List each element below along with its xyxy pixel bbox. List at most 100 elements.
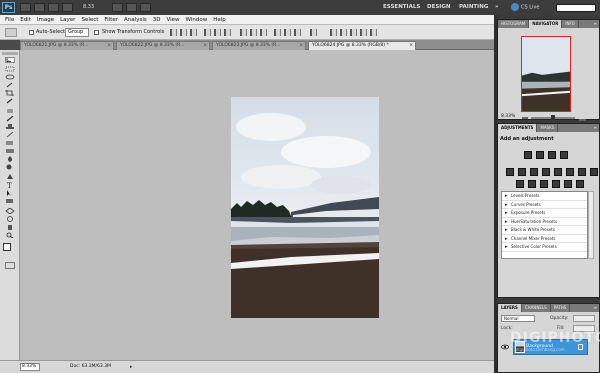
tab-document-2[interactable]: YOLO6822.JPG @ 8.33% (R... × bbox=[116, 41, 210, 50]
menu-3d[interactable]: 3D bbox=[153, 17, 161, 23]
distribute-top-icon[interactable] bbox=[240, 29, 247, 36]
3d-scale-icon[interactable] bbox=[370, 29, 377, 36]
foreground-color-swatch[interactable] bbox=[3, 243, 11, 251]
spot-healing-tool-icon[interactable] bbox=[5, 108, 15, 114]
navigator-thumbnail[interactable] bbox=[521, 36, 571, 112]
panel-menu-icon[interactable]: ≡ bbox=[592, 124, 599, 132]
menu-image[interactable]: Image bbox=[37, 17, 54, 23]
color-balance-icon[interactable] bbox=[530, 168, 538, 176]
photo-filter-icon[interactable] bbox=[554, 168, 562, 176]
eraser-tool-icon[interactable] bbox=[5, 140, 15, 146]
auto-align-icon[interactable] bbox=[310, 29, 317, 36]
eyedropper-tool-icon[interactable] bbox=[5, 98, 15, 104]
3d-object-tool-icon[interactable] bbox=[5, 208, 15, 214]
tab-layers[interactable]: LAYERS bbox=[498, 304, 522, 312]
close-icon[interactable]: × bbox=[299, 42, 303, 50]
black-white-icon[interactable] bbox=[542, 168, 550, 176]
quick-mask-icon[interactable] bbox=[5, 262, 15, 269]
3d-roll-icon[interactable] bbox=[340, 29, 347, 36]
solid-color-icon[interactable] bbox=[576, 180, 584, 188]
tab-histogram[interactable]: HISTOGRAM bbox=[498, 20, 530, 28]
visibility-eye-icon[interactable] bbox=[501, 343, 509, 351]
posterize-icon[interactable] bbox=[590, 168, 598, 176]
preset-selective-color[interactable]: Selective Color Presets bbox=[502, 243, 587, 252]
tab-masks[interactable]: MASKS bbox=[537, 124, 559, 132]
curves-icon[interactable] bbox=[548, 151, 556, 159]
distribute-hcenter-icon[interactable] bbox=[284, 29, 291, 36]
brush-tool-icon[interactable] bbox=[5, 116, 15, 122]
toolbox-grip[interactable] bbox=[2, 52, 18, 55]
invert-icon[interactable] bbox=[578, 168, 586, 176]
preset-levels[interactable]: Levels Presets bbox=[502, 192, 587, 201]
tab-document-1[interactable]: YOLO6821.JPG @ 8.33% (R... × bbox=[20, 41, 114, 50]
move-tool-preset-button[interactable] bbox=[5, 28, 17, 37]
menu-help[interactable]: Help bbox=[213, 17, 226, 23]
pen-tool-icon[interactable] bbox=[5, 174, 15, 180]
mini-bridge-button[interactable] bbox=[34, 3, 45, 12]
align-top-icon[interactable] bbox=[170, 29, 177, 36]
zoom-level[interactable]: 8.33 bbox=[83, 3, 105, 12]
arrange-documents-button[interactable] bbox=[62, 3, 73, 12]
menu-file[interactable]: File bbox=[5, 17, 14, 23]
tab-adjustments[interactable]: ADJUSTMENTS bbox=[498, 124, 538, 132]
distribute-vcenter-icon[interactable] bbox=[250, 29, 257, 36]
hue-saturation-icon[interactable] bbox=[518, 168, 526, 176]
distribute-left-icon[interactable] bbox=[274, 29, 281, 36]
preset-exposure[interactable]: Exposure Presets bbox=[502, 209, 587, 218]
tab-document-3[interactable]: YOLO6823.JPG @ 8.33% (R... × bbox=[212, 41, 306, 50]
distribute-right-icon[interactable] bbox=[294, 29, 301, 36]
menu-select[interactable]: Select bbox=[81, 17, 98, 23]
panel-menu-icon[interactable]: ≡ bbox=[592, 304, 599, 312]
dodge-tool-icon[interactable] bbox=[5, 164, 15, 170]
path-selection-tool-icon[interactable] bbox=[5, 190, 15, 196]
selective-color-icon[interactable] bbox=[540, 180, 548, 188]
crop-tool-icon[interactable] bbox=[5, 90, 15, 96]
close-icon[interactable]: × bbox=[107, 42, 111, 50]
align-right-icon[interactable] bbox=[224, 29, 231, 36]
screen-mode-button[interactable] bbox=[140, 3, 151, 12]
cs-live-button[interactable]: CS Live bbox=[511, 3, 539, 13]
brightness-contrast-icon[interactable] bbox=[524, 151, 532, 159]
move-tool-icon[interactable] bbox=[5, 57, 15, 63]
workspace-essentials[interactable]: ESSENTIALS bbox=[383, 4, 420, 11]
channel-mixer-icon[interactable] bbox=[566, 168, 574, 176]
menu-edit[interactable]: Edit bbox=[20, 17, 31, 23]
preset-hue-saturation[interactable]: Hue/Saturation Presets bbox=[502, 218, 587, 226]
status-menu-arrow-icon[interactable]: ▸ bbox=[130, 364, 135, 370]
auto-select-dropdown[interactable]: Group bbox=[65, 28, 89, 37]
bridge-button[interactable] bbox=[20, 3, 31, 12]
threshold-icon[interactable] bbox=[516, 180, 524, 188]
close-icon[interactable]: × bbox=[409, 42, 413, 50]
workspace-design[interactable]: DESIGN bbox=[427, 4, 450, 11]
close-icon[interactable]: × bbox=[203, 42, 207, 50]
pattern-icon[interactable] bbox=[564, 180, 572, 188]
exposure-icon[interactable] bbox=[560, 151, 568, 159]
3d-slide-icon[interactable] bbox=[360, 29, 367, 36]
zoom-slider-handle[interactable] bbox=[551, 115, 555, 120]
menu-layer[interactable]: Layer bbox=[60, 17, 75, 23]
workspace-more[interactable]: » bbox=[495, 4, 499, 11]
quick-selection-tool-icon[interactable] bbox=[5, 82, 15, 88]
align-vcenter-icon[interactable] bbox=[180, 29, 187, 36]
workspace-painting[interactable]: PAINTING bbox=[459, 4, 488, 11]
tab-channels[interactable]: CHANNELS bbox=[522, 304, 551, 312]
tab-navigator[interactable]: NAVIGATOR bbox=[529, 20, 563, 28]
shape-tool-icon[interactable] bbox=[5, 198, 15, 204]
distribute-bottom-icon[interactable] bbox=[260, 29, 267, 36]
vibrance-icon[interactable] bbox=[506, 168, 514, 176]
levels-icon[interactable] bbox=[536, 151, 544, 159]
3d-rotate-icon[interactable] bbox=[330, 29, 337, 36]
preset-curves[interactable]: Curves Presets bbox=[502, 201, 587, 209]
document-info[interactable]: Doc: 63.3M/63.3M bbox=[70, 364, 111, 370]
rotate-view-button[interactable] bbox=[126, 3, 137, 12]
zoom-in-icon[interactable] bbox=[579, 115, 586, 121]
history-brush-tool-icon[interactable] bbox=[5, 132, 15, 138]
show-transform-checkbox[interactable] bbox=[94, 30, 99, 35]
document-image[interactable] bbox=[231, 97, 379, 318]
preset-channel-mixer[interactable]: Channel Mixer Presets bbox=[502, 235, 587, 243]
panel-menu-icon[interactable]: ≡ bbox=[592, 20, 599, 28]
menu-window[interactable]: Window bbox=[186, 17, 208, 23]
lasso-tool-icon[interactable] bbox=[5, 74, 15, 80]
tab-info[interactable]: INFO bbox=[562, 20, 579, 28]
presets-scrollbar[interactable] bbox=[588, 191, 594, 259]
